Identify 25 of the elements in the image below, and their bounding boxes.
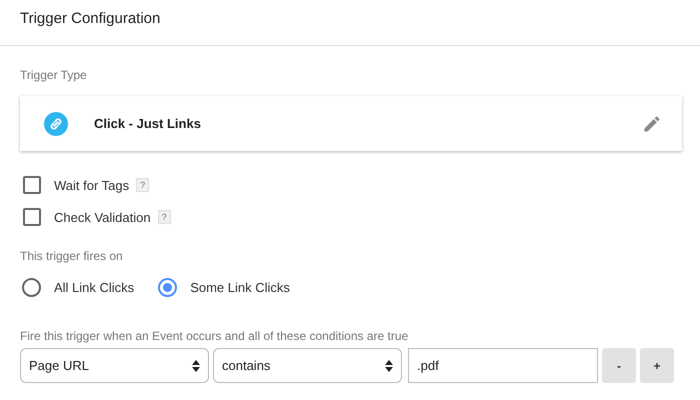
trigger-type-name: Click - Just Links	[94, 116, 202, 131]
section-label: Fire this trigger when an Event occurs and all of these conditions are true	[20, 329, 408, 343]
checkbox-label: Check Validation	[54, 210, 151, 224]
radio-button[interactable]	[158, 278, 178, 297]
link-icon	[44, 112, 68, 136]
checkbox[interactable]	[23, 176, 41, 194]
updown-caret-icon	[192, 360, 200, 372]
trigger-type-card[interactable]: Click - Just Links	[20, 96, 682, 151]
checkbox-label: Wait for Tags	[54, 178, 130, 192]
remove-button[interactable]: -	[602, 348, 636, 383]
radio-button[interactable]	[22, 278, 41, 297]
section-label: Trigger Type	[20, 68, 87, 82]
pencil-icon[interactable]	[642, 114, 662, 134]
section-label: This trigger fires on	[20, 249, 123, 263]
add-button[interactable]: +	[640, 348, 674, 383]
radio-label: Some Link Clicks	[190, 280, 290, 295]
operator-select[interactable]: contains	[213, 348, 402, 383]
value-field[interactable]: .pdf	[408, 348, 598, 383]
help-icon[interactable]: ?	[158, 210, 171, 224]
updown-caret-icon	[385, 360, 393, 372]
checkbox[interactable]	[23, 208, 41, 226]
help-icon[interactable]: ?	[136, 178, 150, 192]
radio-label: All Link Clicks	[54, 280, 134, 295]
panel-title: Trigger Configuration	[20, 10, 160, 27]
variable-select[interactable]: Page URL	[20, 348, 209, 383]
